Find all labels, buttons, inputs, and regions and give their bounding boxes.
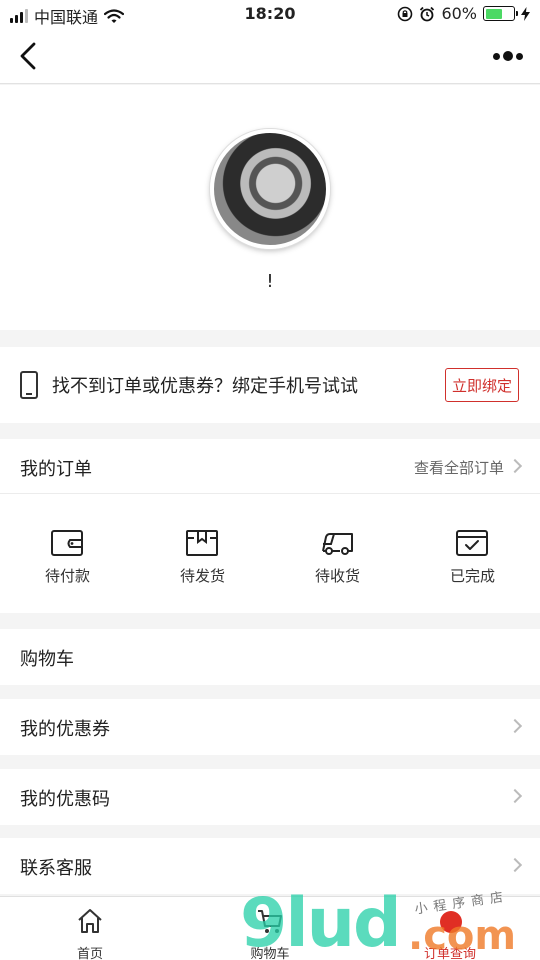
menu-row-cart[interactable]: 购物车: [0, 629, 540, 685]
my-orders-header[interactable]: 我的订单 查看全部订单: [0, 439, 540, 494]
lock-rotation-icon: [398, 6, 413, 21]
tab-label: 首页: [76, 947, 103, 960]
tab-label: 购物车: [250, 947, 290, 960]
phone-icon: [20, 371, 38, 399]
tab-label: 订单查询: [423, 947, 476, 960]
chevron-right-icon: [507, 458, 523, 474]
order-status-label: 待收货: [314, 567, 360, 585]
menu-row-coupons[interactable]: 我的优惠券: [0, 699, 540, 755]
status-right: 60%: [397, 4, 530, 23]
check-box-icon: [456, 530, 488, 556]
back-button[interactable]: [8, 36, 48, 76]
battery-icon: [483, 6, 518, 21]
chevron-right-icon: [507, 788, 523, 804]
profile-header: !: [0, 85, 540, 330]
tab-bar: 首页 购物车 订单查询: [0, 896, 540, 960]
alarm-icon: [420, 6, 435, 21]
cart-icon: [258, 910, 282, 933]
order-status-pending-shipment[interactable]: 待发货: [135, 495, 270, 613]
menu-row-label: 我的优惠码: [20, 789, 110, 810]
tab-order-query[interactable]: 订单查询: [360, 897, 540, 960]
more-dots-icon: [493, 51, 523, 61]
nickname: !: [266, 271, 274, 292]
tab-cart[interactable]: 购物车: [180, 897, 360, 960]
chevron-right-icon: [507, 718, 523, 734]
bind-now-button[interactable]: 立即绑定: [445, 368, 519, 402]
status-bar: 中国联通 18:20 60%: [0, 0, 540, 28]
my-orders-section: 我的订单 查看全部订单 待付款 待发货 待收货 已完成: [0, 439, 540, 613]
order-status-pending-receipt[interactable]: 待收货: [270, 495, 405, 613]
bind-phone-card: 找不到订单或优惠券？绑定手机号试试 立即绑定: [0, 347, 540, 423]
more-button[interactable]: [488, 42, 528, 70]
battery-percent: 60%: [441, 4, 477, 23]
menu-row-label: 购物车: [20, 649, 74, 670]
avatar[interactable]: [210, 129, 330, 249]
chevron-right-icon: [507, 857, 523, 873]
wallet-icon: [51, 530, 83, 556]
order-status-list: 待付款 待发货 待收货 已完成: [0, 495, 540, 613]
tab-home[interactable]: 首页: [0, 897, 180, 960]
order-status-label: 待发货: [179, 567, 225, 585]
order-status-label: 待付款: [44, 567, 90, 585]
nav-bar: [0, 28, 540, 84]
home-icon: [78, 909, 102, 933]
my-orders-title: 我的订单: [20, 459, 92, 480]
bind-phone-text: 找不到订单或优惠券？绑定手机号试试: [52, 376, 358, 397]
order-status-completed[interactable]: 已完成: [405, 495, 540, 613]
order-status-label: 已完成: [449, 567, 495, 585]
order-icon: [440, 911, 462, 933]
menu-row-promo-codes[interactable]: 我的优惠码: [0, 769, 540, 825]
charging-icon: [521, 6, 530, 21]
order-status-pending-payment[interactable]: 待付款: [0, 495, 135, 613]
truck-icon: [322, 533, 353, 555]
view-all-orders-link[interactable]: 查看全部订单: [414, 457, 504, 478]
menu-row-label: 我的优惠券: [20, 719, 110, 740]
menu-row-customer-service[interactable]: 联系客服: [0, 838, 540, 894]
box-icon: [186, 530, 218, 556]
chevron-left-icon: [20, 42, 36, 70]
menu-row-label: 联系客服: [20, 858, 92, 879]
